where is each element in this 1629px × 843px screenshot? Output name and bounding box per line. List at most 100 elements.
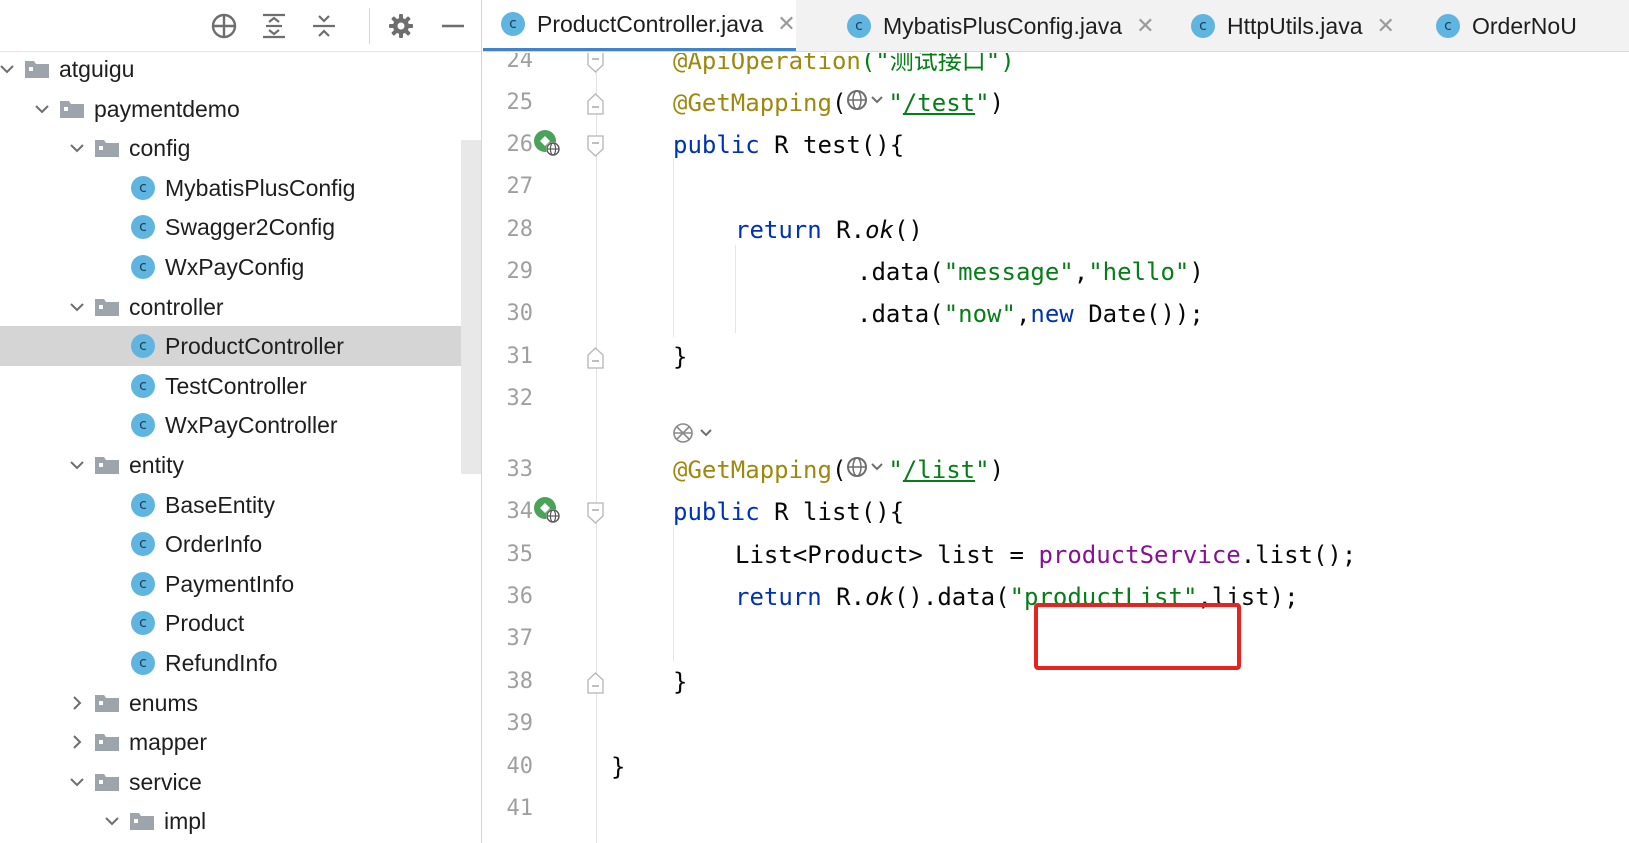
line-number: 27 [506,174,534,199]
tree-item-entity[interactable]: entity [0,445,481,485]
tree-item-atguigu[interactable]: atguigu [0,49,481,89]
gutter-divider [596,53,597,843]
gear-icon[interactable] [382,8,420,44]
tree-item-label: Swagger2Config [165,214,336,241]
fold-close-icon[interactable] [587,93,604,115]
tree-item-wxpaycontroller[interactable]: c WxPayController [0,405,481,445]
locate-icon[interactable] [205,8,243,44]
tree-item-refundinfo[interactable]: c RefundInfo [0,643,481,683]
code-line-26: public R test(){ [673,131,905,159]
tree-item-enums[interactable]: enums [0,683,481,723]
tree-item-controller[interactable]: controller [0,287,481,327]
tree-item-paymentinfo[interactable]: c PaymentInfo [0,564,481,604]
code-line-33: @GetMapping("/list") [673,448,1004,492]
project-panel: atguigu paymentdemo config c MybatisPlusConf… [0,0,482,843]
tab-mybatisplusconfig-java[interactable]: c MybatisPlusConfig.java ✕ [829,0,1155,51]
tab-label: MybatisPlusConfig.java [883,12,1123,39]
collapse-all-icon[interactable] [305,8,343,44]
chevron-down-icon[interactable] [66,137,88,159]
chevron-right-icon[interactable] [66,731,88,753]
class-icon: c [131,334,155,359]
chevron-right-icon[interactable] [66,692,88,714]
code-line-34: public R list(){ [673,498,905,526]
tree-item-label: Product [165,610,245,637]
project-toolbar [0,0,481,52]
tab-productcontroller-java[interactable]: c ProductController.java ✕ [483,0,796,51]
tree-item-impl[interactable]: impl [0,801,481,841]
tree-item-label: OrderInfo [165,531,263,558]
folder-icon [24,59,50,79]
code-line-40: } [611,753,626,781]
line-number: 29 [506,259,534,284]
indent-guide [735,245,736,333]
chevron-down-icon[interactable] [66,454,88,476]
tree-item-mybatisplusconfig[interactable]: c MybatisPlusConfig [0,168,481,208]
tree-item-baseentity[interactable]: c BaseEntity [0,485,481,525]
class-icon: c [131,611,155,636]
tree-item-paymentdemo[interactable]: paymentdemo [0,89,481,129]
tree-item-productcontroller[interactable]: c ProductController [0,326,481,367]
code-line-29: .data("message","hello") [857,258,1204,286]
line-number: 41 [506,796,534,821]
line-number: 34 [506,499,534,524]
tree-item-config[interactable]: config [0,128,481,168]
line-number: 37 [506,626,534,651]
class-icon: c [131,373,155,398]
tree-item-wxpayconfig[interactable]: c WxPayConfig [0,247,481,287]
editor-gutter: 24 25 26 27 28 29 30 31 32 33 34 35 36 37 38 39 40 41 [483,53,609,843]
hide-icon[interactable] [434,8,472,44]
tree-scrollbar[interactable] [461,140,481,474]
tree-item-swagger2config[interactable]: c Swagger2Config [0,207,481,247]
code-editor[interactable]: 24 25 26 27 28 29 30 31 32 33 34 35 36 37 38 39 40 41 @Ap… [483,53,1629,843]
close-icon[interactable]: ✕ [1376,14,1394,39]
tree-item-label: service [129,768,202,795]
tree-item-orderinfo[interactable]: c OrderInfo [0,524,481,564]
class-icon: c [131,215,155,240]
line-number: 32 [506,386,534,411]
globe-icon[interactable] [846,82,888,126]
tab-label: ProductController.java [537,10,764,37]
line-number: 31 [506,344,534,369]
class-icon: c [847,14,871,38]
fold-close-icon[interactable] [587,347,604,369]
endpoint-run-icon[interactable] [533,496,561,524]
tab-ordernou[interactable]: c OrderNoU [1418,0,1577,51]
toolbar-separator [369,8,370,44]
tree-item-mapper[interactable]: mapper [0,722,481,762]
class-icon: c [1436,14,1460,38]
fold-close-icon[interactable] [587,672,604,694]
ai-assist-icon[interactable] [671,419,717,451]
close-icon[interactable]: ✕ [777,12,795,37]
chevron-down-icon[interactable] [101,810,123,832]
line-number: 28 [506,217,534,242]
tree-item-service[interactable]: service [0,762,481,802]
class-icon: c [131,413,155,438]
code-line-38: } [673,668,688,696]
chevron-down-icon[interactable] [66,296,88,318]
tree-item-product[interactable]: c Product [0,603,481,643]
tree-item-label: ProductController [165,333,344,360]
chevron-down-icon[interactable] [0,58,18,80]
close-icon[interactable]: ✕ [1136,14,1154,39]
class-icon: c [131,175,155,200]
chevron-down-icon[interactable] [66,771,88,793]
tree-item-testcontroller[interactable]: c TestController [0,366,481,406]
expand-all-icon[interactable] [255,8,293,44]
class-icon: c [131,571,155,596]
tab-label: HttpUtils.java [1227,12,1363,39]
fold-open-icon[interactable] [587,53,604,73]
globe-icon[interactable] [846,449,888,493]
highlight-box [1034,603,1241,670]
tab-httputils-java[interactable]: c HttpUtils.java ✕ [1173,0,1395,51]
chevron-down-icon[interactable] [31,98,53,120]
code-line-24: @ApiOperation("测试接口") [673,53,1015,75]
line-number: 35 [506,542,534,567]
folder-icon [129,811,155,831]
fold-open-icon[interactable] [587,135,604,157]
tree-item-label: config [129,135,191,162]
fold-open-icon[interactable] [587,502,604,524]
endpoint-run-icon[interactable] [533,129,561,157]
line-number: 36 [506,584,534,609]
tree-item-label: atguigu [59,56,135,82]
folder-icon [94,455,120,475]
